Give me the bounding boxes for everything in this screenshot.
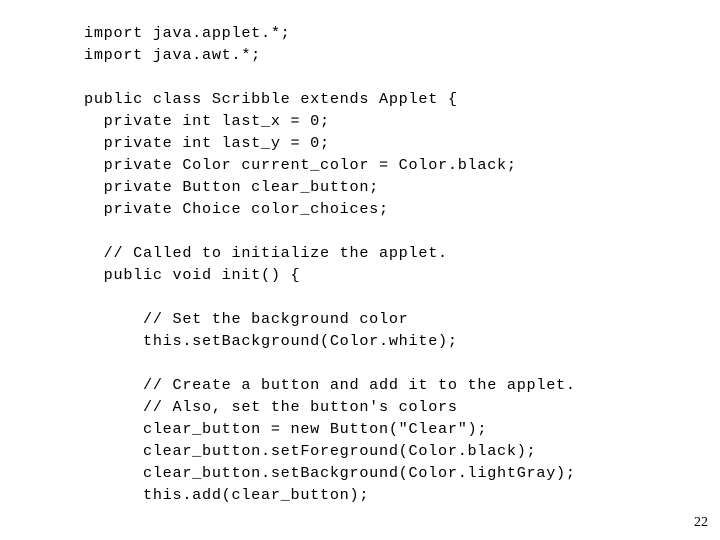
code-listing: import java.applet.*; import java.awt.*; p…	[84, 22, 576, 506]
code-line: import java.awt.*;	[84, 46, 262, 64]
code-line: private int last_x = 0;	[84, 112, 330, 130]
code-line: public void init() {	[84, 266, 301, 284]
code-line: private int last_y = 0;	[84, 134, 330, 152]
code-line: import java.applet.*;	[84, 24, 291, 42]
code-line: // Called to initialize the applet.	[84, 244, 448, 262]
page-number: 22	[694, 515, 708, 530]
code-line: private Color current_color = Color.blac…	[84, 156, 517, 174]
code-line: clear_button.setForeground(Color.black);	[84, 442, 537, 460]
code-line: this.setBackground(Color.white);	[84, 332, 458, 350]
code-line: clear_button = new Button("Clear");	[84, 420, 488, 438]
code-line: // Create a button and add it to the app…	[84, 376, 576, 394]
code-line: // Also, set the button's colors	[84, 398, 458, 416]
code-line: // Set the background color	[84, 310, 409, 328]
slide-canvas: import java.applet.*; import java.awt.*; p…	[0, 0, 720, 540]
code-line: private Choice color_choices;	[84, 200, 389, 218]
code-line: public class Scribble extends Applet {	[84, 90, 458, 108]
code-line: this.add(clear_button);	[84, 486, 370, 504]
code-line: clear_button.setBackground(Color.lightGr…	[84, 464, 576, 482]
code-line: private Button clear_button;	[84, 178, 380, 196]
